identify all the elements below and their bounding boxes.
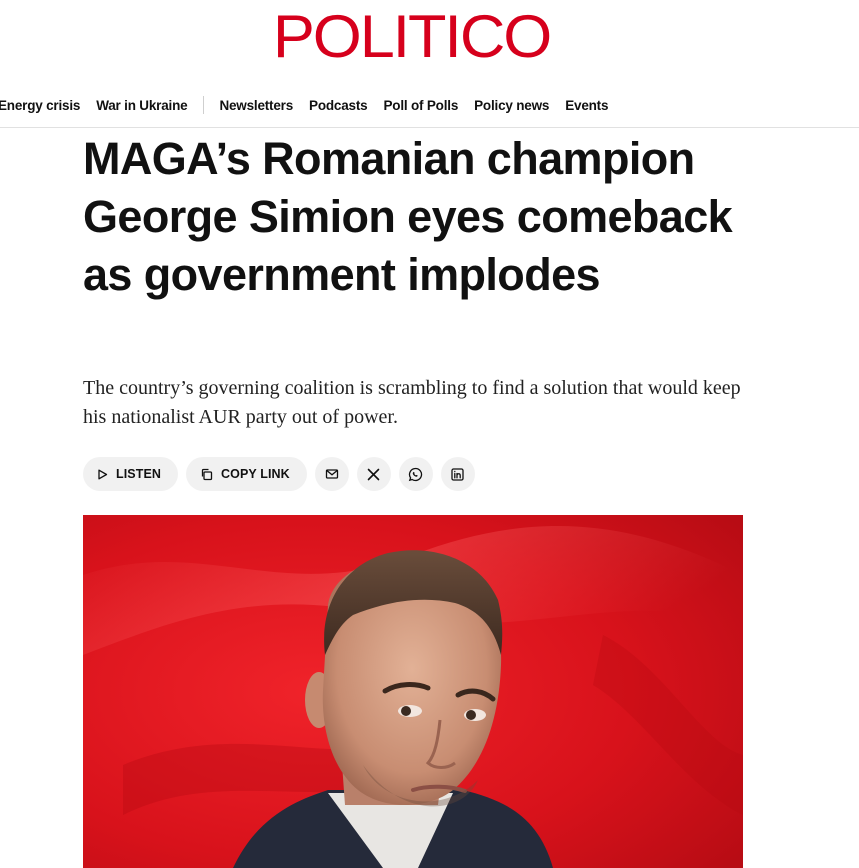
nav-poll-of-polls[interactable]: Poll of Polls (383, 98, 458, 113)
whatsapp-icon (409, 467, 423, 481)
play-icon (98, 469, 108, 479)
nav-energy-crisis[interactable]: Energy crisis (0, 98, 80, 113)
hero-image (83, 515, 743, 868)
section-nav: Energy crisis War in Ukraine Newsletters… (0, 92, 624, 118)
nav-divider-line (0, 127, 859, 128)
nav-policy-news[interactable]: Policy news (474, 98, 549, 113)
linkedin-icon (451, 467, 464, 481)
email-share-button[interactable] (314, 457, 349, 491)
x-share-button[interactable] (356, 457, 391, 491)
article-page: POLITICO Energy crisis War in Ukraine Ne… (0, 0, 859, 868)
copy-link-label: COPY LINK (221, 467, 290, 481)
email-icon (325, 469, 338, 479)
whatsapp-share-button[interactable] (398, 457, 433, 491)
copy-icon (201, 468, 213, 480)
article-headline: MAGA’s Romanian champion George Simion e… (83, 133, 733, 300)
share-toolbar: LISTEN COPY LINK (83, 457, 483, 491)
hero-photo (83, 515, 743, 868)
linkedin-share-button[interactable] (440, 457, 475, 491)
x-icon (367, 468, 380, 480)
politico-logo[interactable]: POLITICO (0, 6, 844, 68)
listen-label: LISTEN (116, 467, 162, 481)
nav-war-in-ukraine[interactable]: War in Ukraine (96, 98, 187, 113)
article-dek: The country’s governing coalition is scr… (83, 377, 741, 428)
copy-link-button[interactable]: COPY LINK (186, 457, 307, 491)
nav-podcasts[interactable]: Podcasts (309, 98, 368, 113)
listen-button[interactable]: LISTEN (83, 457, 179, 491)
nav-events[interactable]: Events (565, 98, 608, 113)
nav-divider (203, 96, 205, 114)
nav-newsletters[interactable]: Newsletters (219, 98, 293, 113)
